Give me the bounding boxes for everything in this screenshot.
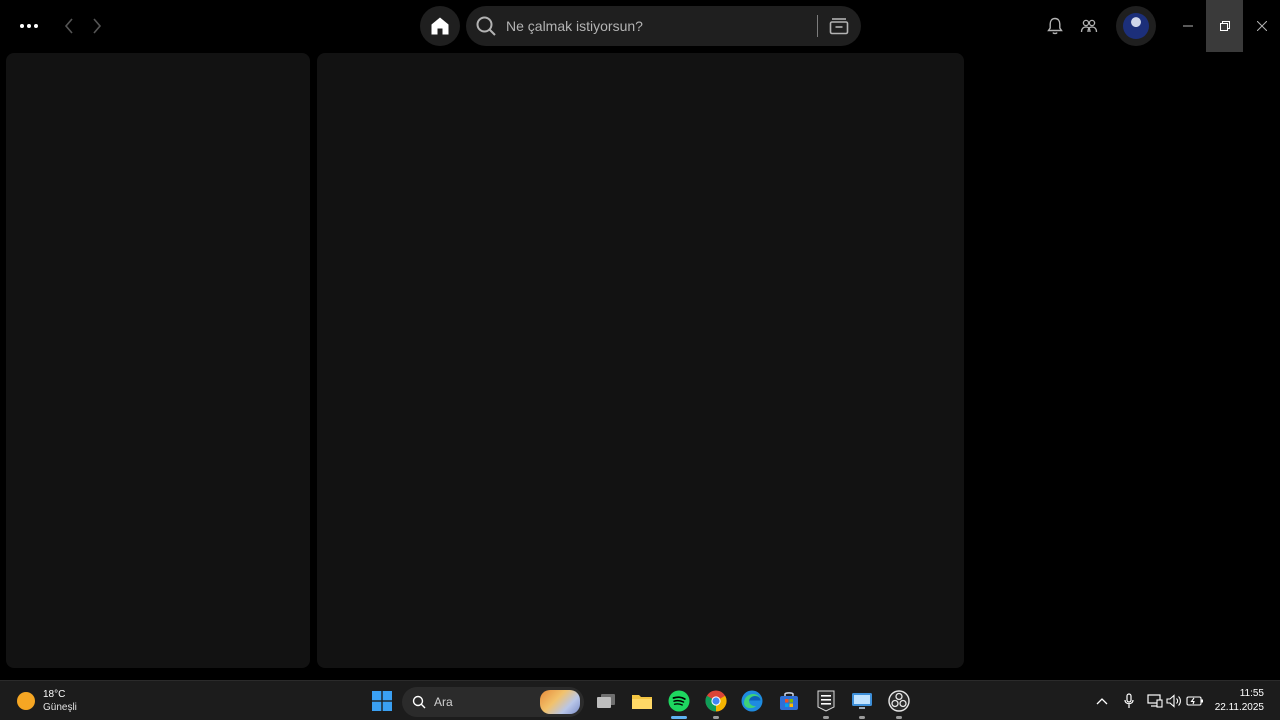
taskbar-search[interactable]: Ara: [402, 687, 584, 717]
clock-date: 22.11.2025: [1214, 702, 1264, 713]
notifications-button[interactable]: [1044, 14, 1066, 38]
chevron-left-icon: [64, 18, 73, 34]
show-hidden-icons-button[interactable]: [1093, 691, 1111, 711]
windows-taskbar: 18°C Güneşli Ara 11:55 22.11.2025: [0, 680, 1280, 720]
profile-button[interactable]: [1116, 6, 1156, 46]
browse-icon: [829, 18, 849, 35]
remote-desktop-taskbar-button[interactable]: [848, 687, 876, 719]
weather-widget[interactable]: 18°C Güneşli: [17, 687, 77, 715]
minimize-button[interactable]: [1170, 0, 1206, 52]
volume-tray-button[interactable]: [1165, 691, 1183, 711]
edge-taskbar-button[interactable]: [738, 687, 766, 715]
active-indicator: [671, 716, 687, 719]
file-explorer-button[interactable]: [628, 687, 656, 715]
search-highlight-image: [540, 690, 580, 714]
speaker-icon: [1166, 694, 1181, 708]
spotify-icon: [668, 690, 690, 712]
forward-button[interactable]: [86, 12, 108, 40]
search-divider: [817, 15, 818, 37]
microphone-icon: [1124, 693, 1134, 708]
sun-icon: [17, 692, 35, 710]
browse-button[interactable]: [826, 13, 852, 39]
obs-taskbar-button[interactable]: [885, 687, 913, 719]
network-icon: [1147, 694, 1163, 708]
weather-temperature: 18°C: [43, 689, 66, 700]
search-bar[interactable]: [466, 6, 861, 46]
back-button[interactable]: [58, 12, 80, 40]
windows-logo-icon: [372, 691, 392, 711]
obs-icon: [888, 690, 910, 712]
folder-icon: [632, 695, 652, 709]
search-icon: [412, 695, 426, 709]
chrome-taskbar-button[interactable]: [702, 687, 730, 719]
edge-icon: [741, 690, 763, 712]
friends-icon: [1080, 19, 1098, 33]
battery-tray-button[interactable]: [1186, 691, 1204, 711]
system-clock[interactable]: 11:55 22.11.2025: [1215, 687, 1264, 715]
chevron-right-icon: [93, 18, 102, 34]
running-indicator: [859, 716, 865, 719]
chevron-up-icon: [1096, 698, 1108, 705]
restore-icon: [1219, 21, 1230, 31]
running-indicator: [823, 716, 829, 719]
microphone-tray-button[interactable]: [1120, 691, 1138, 711]
home-icon: [431, 17, 449, 35]
close-icon: [1257, 21, 1267, 31]
friend-activity-button[interactable]: [1078, 14, 1100, 38]
network-tray-button[interactable]: [1146, 691, 1164, 711]
running-indicator: [896, 716, 902, 719]
main-view-panel: [317, 53, 964, 668]
taskbar-search-label: Ara: [434, 695, 453, 709]
search-icon: [476, 16, 496, 36]
home-button[interactable]: [420, 6, 460, 46]
search-input[interactable]: [506, 18, 806, 34]
monitor-icon: [852, 693, 872, 709]
battery-charging-icon: [1186, 696, 1203, 706]
clock-time: 11:55: [1239, 688, 1264, 699]
close-button[interactable]: [1244, 0, 1280, 52]
task-view-icon: [597, 694, 615, 708]
store-taskbar-button[interactable]: [775, 687, 803, 715]
epic-games-icon: [817, 690, 835, 712]
spotify-taskbar-button[interactable]: [665, 687, 693, 719]
epic-games-taskbar-button[interactable]: [812, 687, 840, 719]
chrome-icon: [705, 690, 727, 712]
restore-button[interactable]: [1206, 0, 1243, 52]
weather-condition: Güneşli: [43, 702, 77, 713]
task-view-button[interactable]: [592, 687, 620, 715]
minimize-icon: [1183, 25, 1193, 27]
bell-icon: [1047, 17, 1063, 35]
library-panel: [6, 53, 310, 668]
start-button[interactable]: [368, 687, 396, 715]
more-options-button[interactable]: [14, 12, 44, 40]
store-icon: [780, 692, 798, 710]
running-indicator: [713, 716, 719, 719]
avatar: [1123, 13, 1149, 39]
top-bar: [0, 0, 1280, 52]
